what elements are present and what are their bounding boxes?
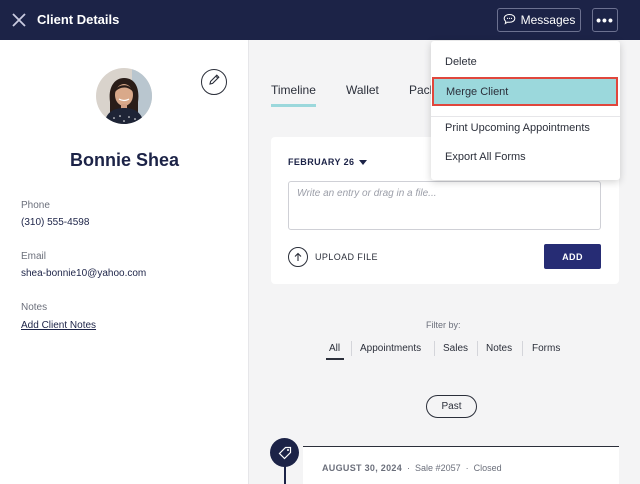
menu-item-merge-client[interactable]: Merge Client <box>432 77 618 106</box>
past-button[interactable]: Past <box>426 395 477 418</box>
entry-sale-number: Sale #2057 <box>415 463 461 473</box>
meta-separator: · <box>465 463 469 473</box>
email-value: shea-bonnie10@yahoo.com <box>21 268 147 279</box>
filter-all[interactable]: All <box>329 343 340 354</box>
close-icon[interactable] <box>10 11 28 29</box>
filter-forms[interactable]: Forms <box>532 343 560 354</box>
date-selector[interactable]: FEBRUARY 26 <box>288 157 368 167</box>
meta-separator: · <box>407 463 411 473</box>
messages-button[interactable]: Messages <box>497 8 581 32</box>
timeline-entry[interactable]: AUGUST 30, 2024 · Sale #2057 · Closed <box>303 446 619 484</box>
pencil-icon <box>207 73 221 92</box>
chat-bubble-icon <box>503 13 516 28</box>
filter-sales[interactable]: Sales <box>443 343 468 354</box>
entry-status: Closed <box>473 463 502 473</box>
date-label: FEBRUARY 26 <box>288 157 355 167</box>
filter-divider <box>522 341 523 356</box>
active-filter-indicator <box>326 358 344 360</box>
more-options-button[interactable]: ••• <box>592 8 618 32</box>
add-client-notes-link[interactable]: Add Client Notes <box>21 320 96 331</box>
tag-icon <box>270 438 299 467</box>
top-bar: Client Details Messages ••• <box>0 0 640 40</box>
add-button[interactable]: ADD <box>544 244 601 269</box>
email-label: Email <box>21 251 47 262</box>
filter-appointments[interactable]: Appointments <box>360 343 421 354</box>
menu-item-print-upcoming-appointments[interactable]: Print Upcoming Appointments <box>431 114 620 142</box>
phone-label: Phone <box>21 200 50 211</box>
caret-down-icon <box>359 157 368 167</box>
filter-divider <box>351 341 352 356</box>
tab-timeline[interactable]: Timeline <box>271 83 316 97</box>
timeline-entry-meta: AUGUST 30, 2024 · Sale #2057 · Closed <box>322 463 502 473</box>
entry-date: AUGUST 30, 2024 <box>322 463 403 473</box>
upload-arrow-icon <box>288 247 308 267</box>
filter-notes[interactable]: Notes <box>486 343 512 354</box>
active-tab-indicator <box>271 104 316 107</box>
client-name: Bonnie Shea <box>69 150 180 170</box>
entry-input[interactable]: Write an entry or drag in a file... <box>288 181 601 230</box>
upload-file-label: UPLOAD FILE <box>315 252 378 262</box>
more-options-menu: Delete Merge Client Print Upcoming Appoi… <box>431 41 620 180</box>
tab-wallet[interactable]: Wallet <box>346 83 379 97</box>
menu-item-export-all-forms[interactable]: Export All Forms <box>431 143 620 171</box>
upload-file-button[interactable]: UPLOAD FILE <box>288 247 378 267</box>
filter-divider <box>477 341 478 356</box>
edit-client-button[interactable] <box>201 69 227 95</box>
menu-item-delete[interactable]: Delete <box>431 48 620 76</box>
avatar <box>96 68 152 124</box>
messages-label: Messages <box>520 13 576 27</box>
client-panel: Bonnie Shea Phone (310) 555-4598 Email s… <box>0 40 249 484</box>
phone-value: (310) 555-4598 <box>21 217 90 228</box>
filter-label: Filter by: <box>426 320 461 330</box>
filter-divider <box>434 341 435 356</box>
page-title: Client Details <box>37 12 120 27</box>
notes-label: Notes <box>21 302 48 313</box>
